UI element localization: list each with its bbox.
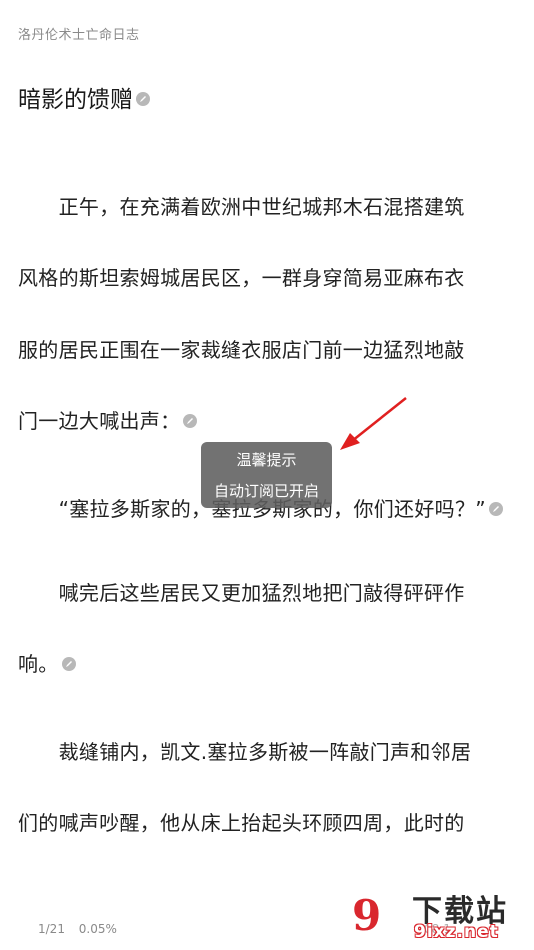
toast-message: 自动订阅已开启: [213, 482, 319, 500]
percent-indicator: 0.05%: [78, 922, 117, 936]
content-line: 裁缝铺内，凯文.塞拉多斯被一阵敲门声和邻居: [18, 740, 472, 764]
toast: 温馨提示 自动订阅已开启: [201, 442, 332, 508]
watermark: 9 下载站 9ixz.net: [352, 886, 528, 946]
red-arrow-icon: [340, 397, 407, 450]
chapter-title: 暗影的馈赠: [18, 80, 150, 114]
watermark-logo: 9: [352, 891, 382, 940]
pencil-icon[interactable]: [488, 501, 503, 516]
content-line: 响。: [18, 648, 76, 677]
content-line: 服的居民正围在一家裁缝衣服店门前一边猛烈地敲: [18, 338, 465, 362]
pencil-icon[interactable]: [136, 91, 150, 106]
pencil-icon[interactable]: [183, 413, 198, 428]
content-line: 门一边大喊出声：: [18, 405, 198, 434]
chapter-title-text: 暗影的馈赠: [18, 87, 133, 113]
reading-progress: 1/21 0.05%: [38, 922, 117, 936]
pencil-icon[interactable]: [61, 656, 76, 671]
watermark-url: 9ixz.net: [414, 922, 499, 942]
content-line: 喊完后这些居民又更加猛烈地把门敲得砰砰作: [18, 581, 465, 605]
content-line: 风格的斯坦索姆城居民区，一群身穿简易亚麻布衣: [18, 266, 465, 290]
page-indicator: 1/21: [38, 922, 65, 936]
content-line: 们的喊声吵醒，他从床上抬起头环顾四周，此时的: [18, 811, 465, 835]
book-title: 洛丹伦术士亡命日志: [18, 28, 140, 43]
toast-title: 温馨提示: [236, 451, 297, 469]
content-line: 正午，在充满着欧洲中世纪城邦木石混搭建筑: [18, 195, 465, 219]
